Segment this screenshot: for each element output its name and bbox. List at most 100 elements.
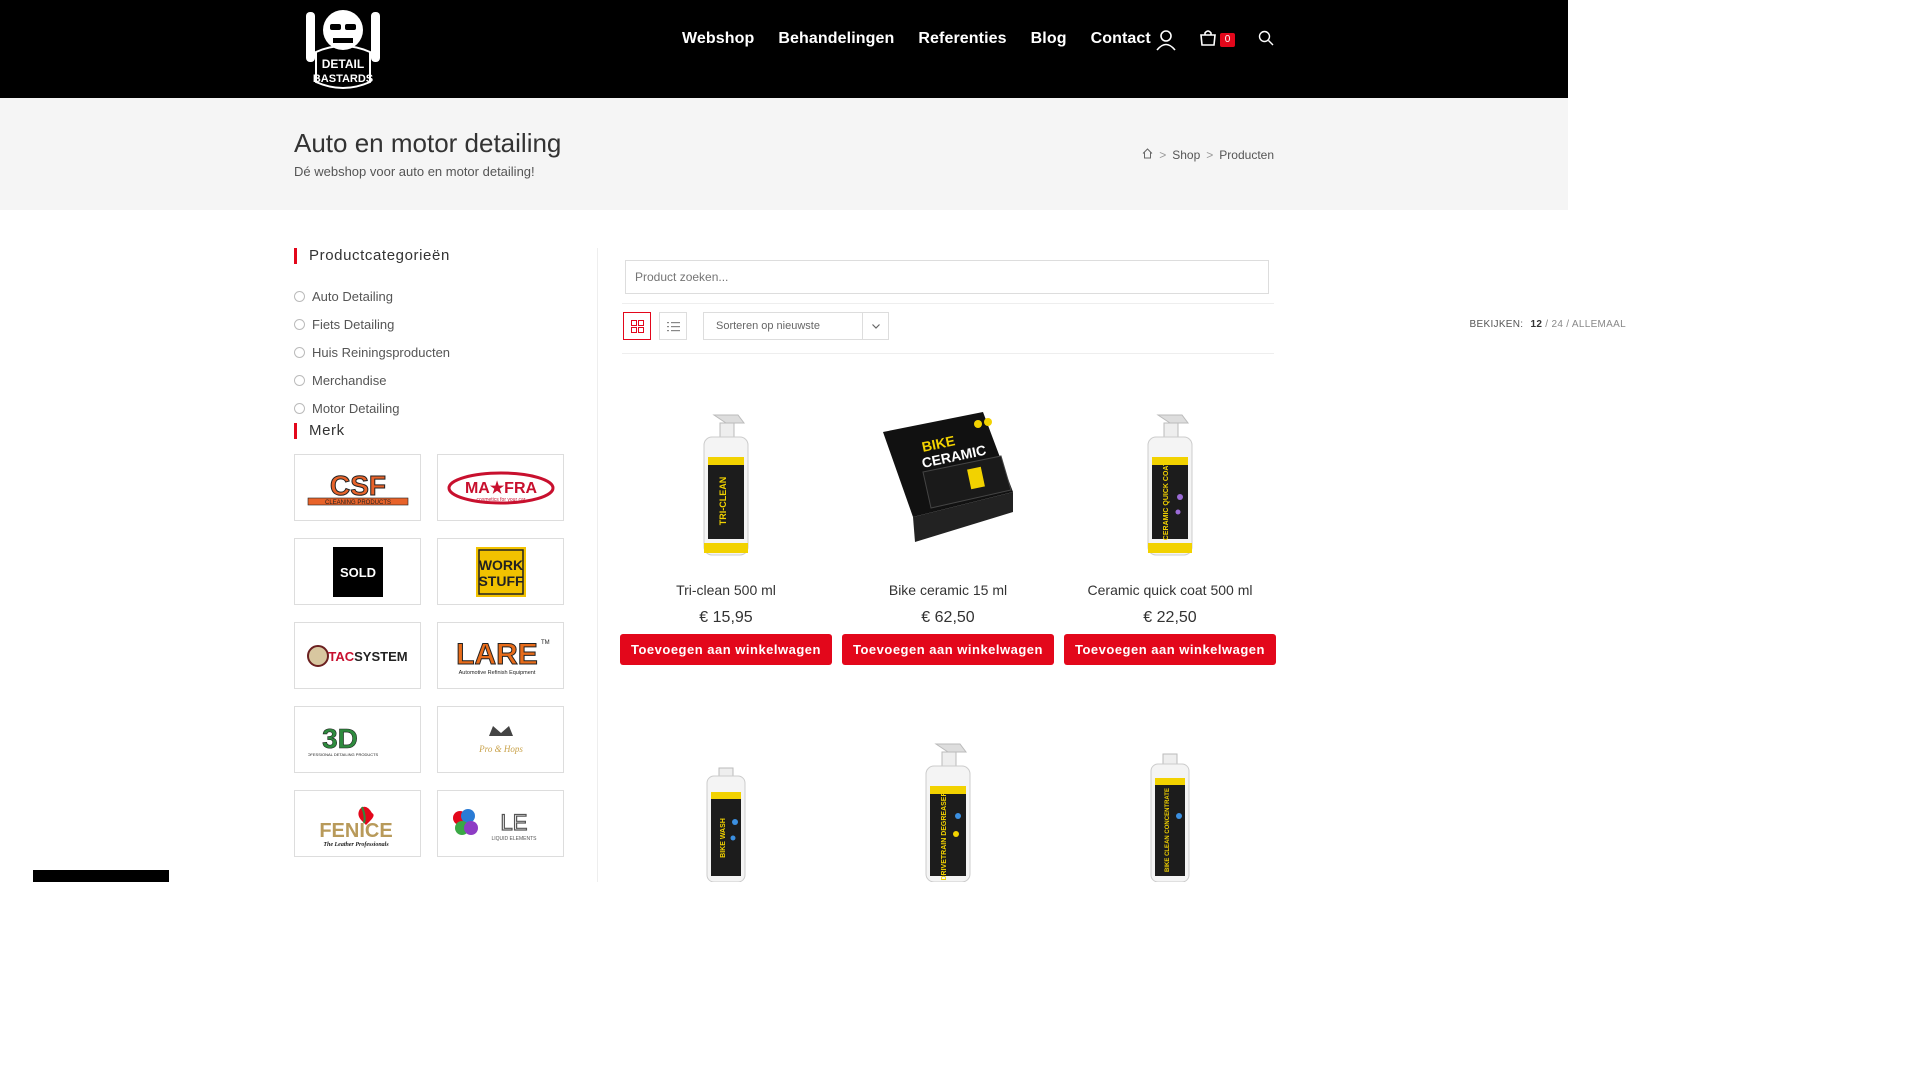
svg-text:TM: TM xyxy=(541,640,550,646)
product-card[interactable]: DRIVETRAIN DEGREASER xyxy=(842,738,1054,882)
breadcrumb-separator: > xyxy=(1159,148,1167,162)
brand-mafra-logo[interactable]: MA★FRA cosmetics for your car xyxy=(437,454,564,521)
radio-icon[interactable] xyxy=(294,318,305,330)
svg-text:BIKE WASH: BIKE WASH xyxy=(720,818,727,858)
nav-contact[interactable]: Contact xyxy=(1091,30,1151,48)
perpage-option-24[interactable]: 24 xyxy=(1551,319,1563,330)
product-card[interactable]: TRI-CLEAN Tri-clean 500 ml € 15,95 Toevo… xyxy=(620,382,832,665)
product-image[interactable]: TRI-CLEAN xyxy=(620,382,832,572)
svg-text:LARE: LARE xyxy=(456,638,538,671)
cookie-notice-bar[interactable] xyxy=(33,870,169,882)
product-card[interactable]: BIKE WASH xyxy=(620,738,832,882)
sort-select[interactable]: Sorteren op nieuwste xyxy=(703,312,889,340)
product-card[interactable]: BIKE CERAMIC Bike ceramic 15 ml € 62,50 … xyxy=(842,382,1054,665)
breadcrumb-current: Producten xyxy=(1219,148,1274,162)
category-label[interactable]: Motor Detailing xyxy=(312,401,399,416)
category-label[interactable]: Merchandise xyxy=(312,373,386,388)
category-item[interactable]: Merchandise xyxy=(294,366,564,394)
nav-blog[interactable]: Blog xyxy=(1031,30,1067,48)
brands-title: Merk xyxy=(294,423,345,439)
product-image[interactable]: DRIVETRAIN DEGREASER xyxy=(842,738,1054,882)
svg-text:LIQUID ELEMENTS: LIQUID ELEMENTS xyxy=(491,836,537,842)
product-price: € 22,50 xyxy=(1143,609,1197,626)
product-name[interactable]: Ceramic quick coat 500 ml xyxy=(1064,582,1276,602)
page-subtitle: Dé webshop voor auto en motor detailing! xyxy=(294,164,535,179)
radio-icon[interactable] xyxy=(294,346,305,358)
category-item[interactable]: Fiets Detailing xyxy=(294,310,564,338)
product-image[interactable]: CERAMIC QUICK COAT xyxy=(1064,382,1276,572)
brand-csf-logo[interactable]: CSF CLEANING PRODUCTS xyxy=(294,454,421,521)
product-name[interactable]: Tri-clean 500 ml xyxy=(620,582,832,602)
nav-referenties[interactable]: Referenties xyxy=(918,30,1006,48)
sidebar: Productcategorieën Auto Detailing Fiets … xyxy=(294,248,564,857)
radio-icon[interactable] xyxy=(294,402,305,414)
product-name[interactable]: Bike ceramic 15 ml xyxy=(842,582,1054,602)
chevron-down-icon[interactable] xyxy=(862,313,888,339)
svg-text:3D: 3D xyxy=(322,723,358,754)
category-label[interactable]: Huis Reiningsproducten xyxy=(312,345,450,360)
svg-text:cosmetics for your car: cosmetics for your car xyxy=(476,497,525,503)
product-image[interactable]: BIKE CLEAN CONCENTRATE xyxy=(1064,738,1276,882)
product-image[interactable]: BIKE WASH xyxy=(620,738,832,882)
brand-prohops-logo[interactable]: Pro & Hops xyxy=(437,706,564,773)
perpage-option-all[interactable]: ALLEMAAL xyxy=(1572,319,1626,330)
brand-sold-logo[interactable]: SOLD xyxy=(294,538,421,605)
svg-text:TRI-CLEAN: TRI-CLEAN xyxy=(718,477,728,526)
brand-liquid-elements-logo[interactable]: LE LIQUID ELEMENTS xyxy=(437,790,564,857)
product-card[interactable]: BIKE CLEAN CONCENTRATE xyxy=(1064,738,1276,882)
category-label[interactable]: Auto Detailing xyxy=(312,289,393,304)
breadcrumb-separator: > xyxy=(1206,148,1214,162)
svg-text:WORK: WORK xyxy=(478,557,522,573)
svg-text:CLEANING PRODUCTS: CLEANING PRODUCTS xyxy=(324,500,390,506)
svg-text:PROFESSIONAL DETAILING PRODUCT: PROFESSIONAL DETAILING PRODUCTS xyxy=(308,752,379,757)
svg-text:Automotive Refinish Equipment: Automotive Refinish Equipment xyxy=(458,670,535,676)
radio-icon[interactable] xyxy=(294,374,305,386)
add-to-cart-button[interactable]: Toevoegen aan winkelwagen xyxy=(842,634,1054,665)
sidebar-divider xyxy=(597,248,598,882)
svg-text:BASTARDS: BASTARDS xyxy=(313,73,373,85)
category-list: Auto Detailing Fiets Detailing Huis Rein… xyxy=(294,282,564,422)
perpage-label: BEKIJKEN: xyxy=(1469,319,1524,330)
svg-text:SOLD: SOLD xyxy=(339,565,375,580)
svg-text:MA★FRA: MA★FRA xyxy=(464,480,537,497)
grid-view-button[interactable] xyxy=(623,312,651,340)
category-item[interactable]: Auto Detailing xyxy=(294,282,564,310)
list-icon xyxy=(666,321,680,331)
add-to-cart-button[interactable]: Toevoegen aan winkelwagen xyxy=(620,634,832,665)
product-price: € 15,95 xyxy=(699,609,753,626)
svg-text:CERAMIC QUICK COAT: CERAMIC QUICK COAT xyxy=(1163,461,1170,540)
product-search-input[interactable] xyxy=(625,260,1269,294)
category-item[interactable]: Huis Reiningsproducten xyxy=(294,338,564,366)
site-logo[interactable]: DETAIL BASTARDS xyxy=(300,2,386,92)
brand-3d-logo[interactable]: 3D PROFESSIONAL DETAILING PRODUCTS xyxy=(294,706,421,773)
search-icon[interactable] xyxy=(1258,30,1274,51)
brand-grid: CSF CLEANING PRODUCTS MA★FRA cosmetics for… xyxy=(294,454,564,857)
breadcrumb-shop[interactable]: Shop xyxy=(1172,148,1200,162)
svg-text:Pro & Hops: Pro & Hops xyxy=(478,744,523,754)
svg-text:STUFF: STUFF xyxy=(478,573,524,589)
brand-tacsystem-logo[interactable]: TACSYSTEM xyxy=(294,622,421,689)
cart-icon[interactable] xyxy=(1199,29,1217,52)
nav-webshop[interactable]: Webshop xyxy=(682,30,754,48)
cart-count-badge: 0 xyxy=(1220,33,1235,47)
svg-text:LE: LE xyxy=(500,810,527,835)
brand-workstuff-logo[interactable]: WORK STUFF xyxy=(437,538,564,605)
product-image[interactable]: BIKE CERAMIC xyxy=(842,382,1054,572)
user-icon[interactable] xyxy=(1155,29,1177,56)
add-to-cart-button[interactable]: Toevoegen aan winkelwagen xyxy=(1064,634,1276,665)
brand-fenice-logo[interactable]: FENICE The Leather Professionals xyxy=(294,790,421,857)
svg-text:TACSYSTEM: TACSYSTEM xyxy=(328,649,407,664)
toolbar-divider-top xyxy=(622,303,1274,304)
category-item[interactable]: Motor Detailing xyxy=(294,394,564,422)
product-card[interactable]: CERAMIC QUICK COAT Ceramic quick coat 50… xyxy=(1064,382,1276,665)
home-icon[interactable] xyxy=(1142,148,1153,162)
nav-behandelingen[interactable]: Behandelingen xyxy=(778,30,894,48)
brand-lare-logo[interactable]: LARE TM Automotive Refinish Equipment xyxy=(437,622,564,689)
radio-icon[interactable] xyxy=(294,290,305,302)
list-view-button[interactable] xyxy=(659,312,687,340)
main-nav: Webshop Behandelingen Referenties Blog C… xyxy=(670,0,1163,78)
product-price: € 62,50 xyxy=(921,609,975,626)
products-per-page: BEKIJKEN: 12 / 24 / ALLEMAAL xyxy=(1470,319,1626,330)
perpage-current: 12 xyxy=(1530,319,1543,330)
category-label[interactable]: Fiets Detailing xyxy=(312,317,394,332)
